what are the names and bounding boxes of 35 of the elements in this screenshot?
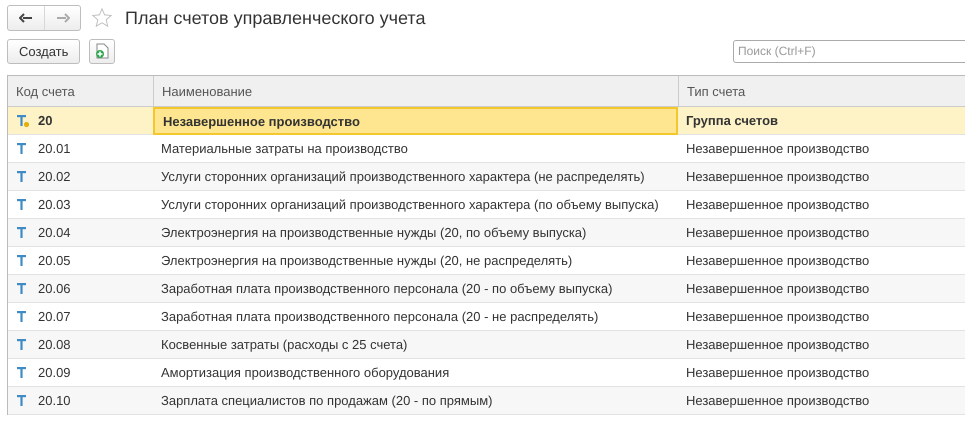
column-header[interactable]: Тип счета bbox=[678, 76, 965, 107]
account-code: 20.07 bbox=[38, 309, 71, 324]
account-code: 20.02 bbox=[38, 169, 71, 184]
window-title: План счетов управленческого учета bbox=[125, 8, 426, 28]
table-cell[interactable]: Зарплата специалистов по продажам (20 - по прямым) bbox=[153, 387, 678, 415]
column-header[interactable]: Код счета bbox=[8, 76, 153, 107]
table-cell: Незавершенное производство bbox=[678, 275, 965, 303]
table-cell[interactable]: Электроэнергия на производственные нужды (20, по объему выпуска) bbox=[153, 219, 678, 247]
table-cell[interactable]: Услуги сторонних организаций производственного характера (не распределять) bbox=[153, 163, 678, 191]
account-code: 20.08 bbox=[38, 337, 71, 352]
account-code: 20.04 bbox=[38, 225, 71, 240]
table-cell[interactable]: Косвенные затраты (расходы с 25 счета) bbox=[153, 331, 678, 359]
forward-arrow-icon bbox=[56, 13, 70, 23]
column-header[interactable]: Наименование bbox=[153, 76, 678, 107]
account-code: 20 bbox=[38, 113, 52, 128]
table-cell: Незавершенное производство bbox=[678, 219, 965, 247]
account-code: 20.09 bbox=[38, 365, 71, 380]
table-cell: Незавершенное производство bbox=[678, 387, 965, 415]
table-cell: Незавершенное производство bbox=[678, 331, 965, 359]
account-code: 20.01 bbox=[38, 141, 71, 156]
back-arrow-icon bbox=[19, 13, 33, 23]
table-cell: Группа счетов bbox=[678, 107, 965, 135]
search-field[interactable]: Поиск (Ctrl+F) bbox=[733, 40, 965, 62]
account-code: 20.10 bbox=[38, 393, 71, 408]
add-document-icon bbox=[95, 43, 110, 59]
add-document-button[interactable] bbox=[89, 38, 116, 64]
account-code: 20.03 bbox=[38, 197, 71, 212]
star-icon[interactable] bbox=[91, 7, 113, 29]
account-code: 20.06 bbox=[38, 281, 71, 296]
account-code: 20.05 bbox=[38, 253, 71, 268]
table-cell[interactable]: Заработная плата производственного персонала (20 - по объему выпуска) bbox=[153, 275, 678, 303]
create-button[interactable]: Создать bbox=[7, 38, 80, 64]
table-cell: Незавершенное производство bbox=[678, 163, 965, 191]
table-cell[interactable]: Незавершенное производство bbox=[153, 107, 678, 135]
group-account-icon bbox=[16, 114, 30, 128]
